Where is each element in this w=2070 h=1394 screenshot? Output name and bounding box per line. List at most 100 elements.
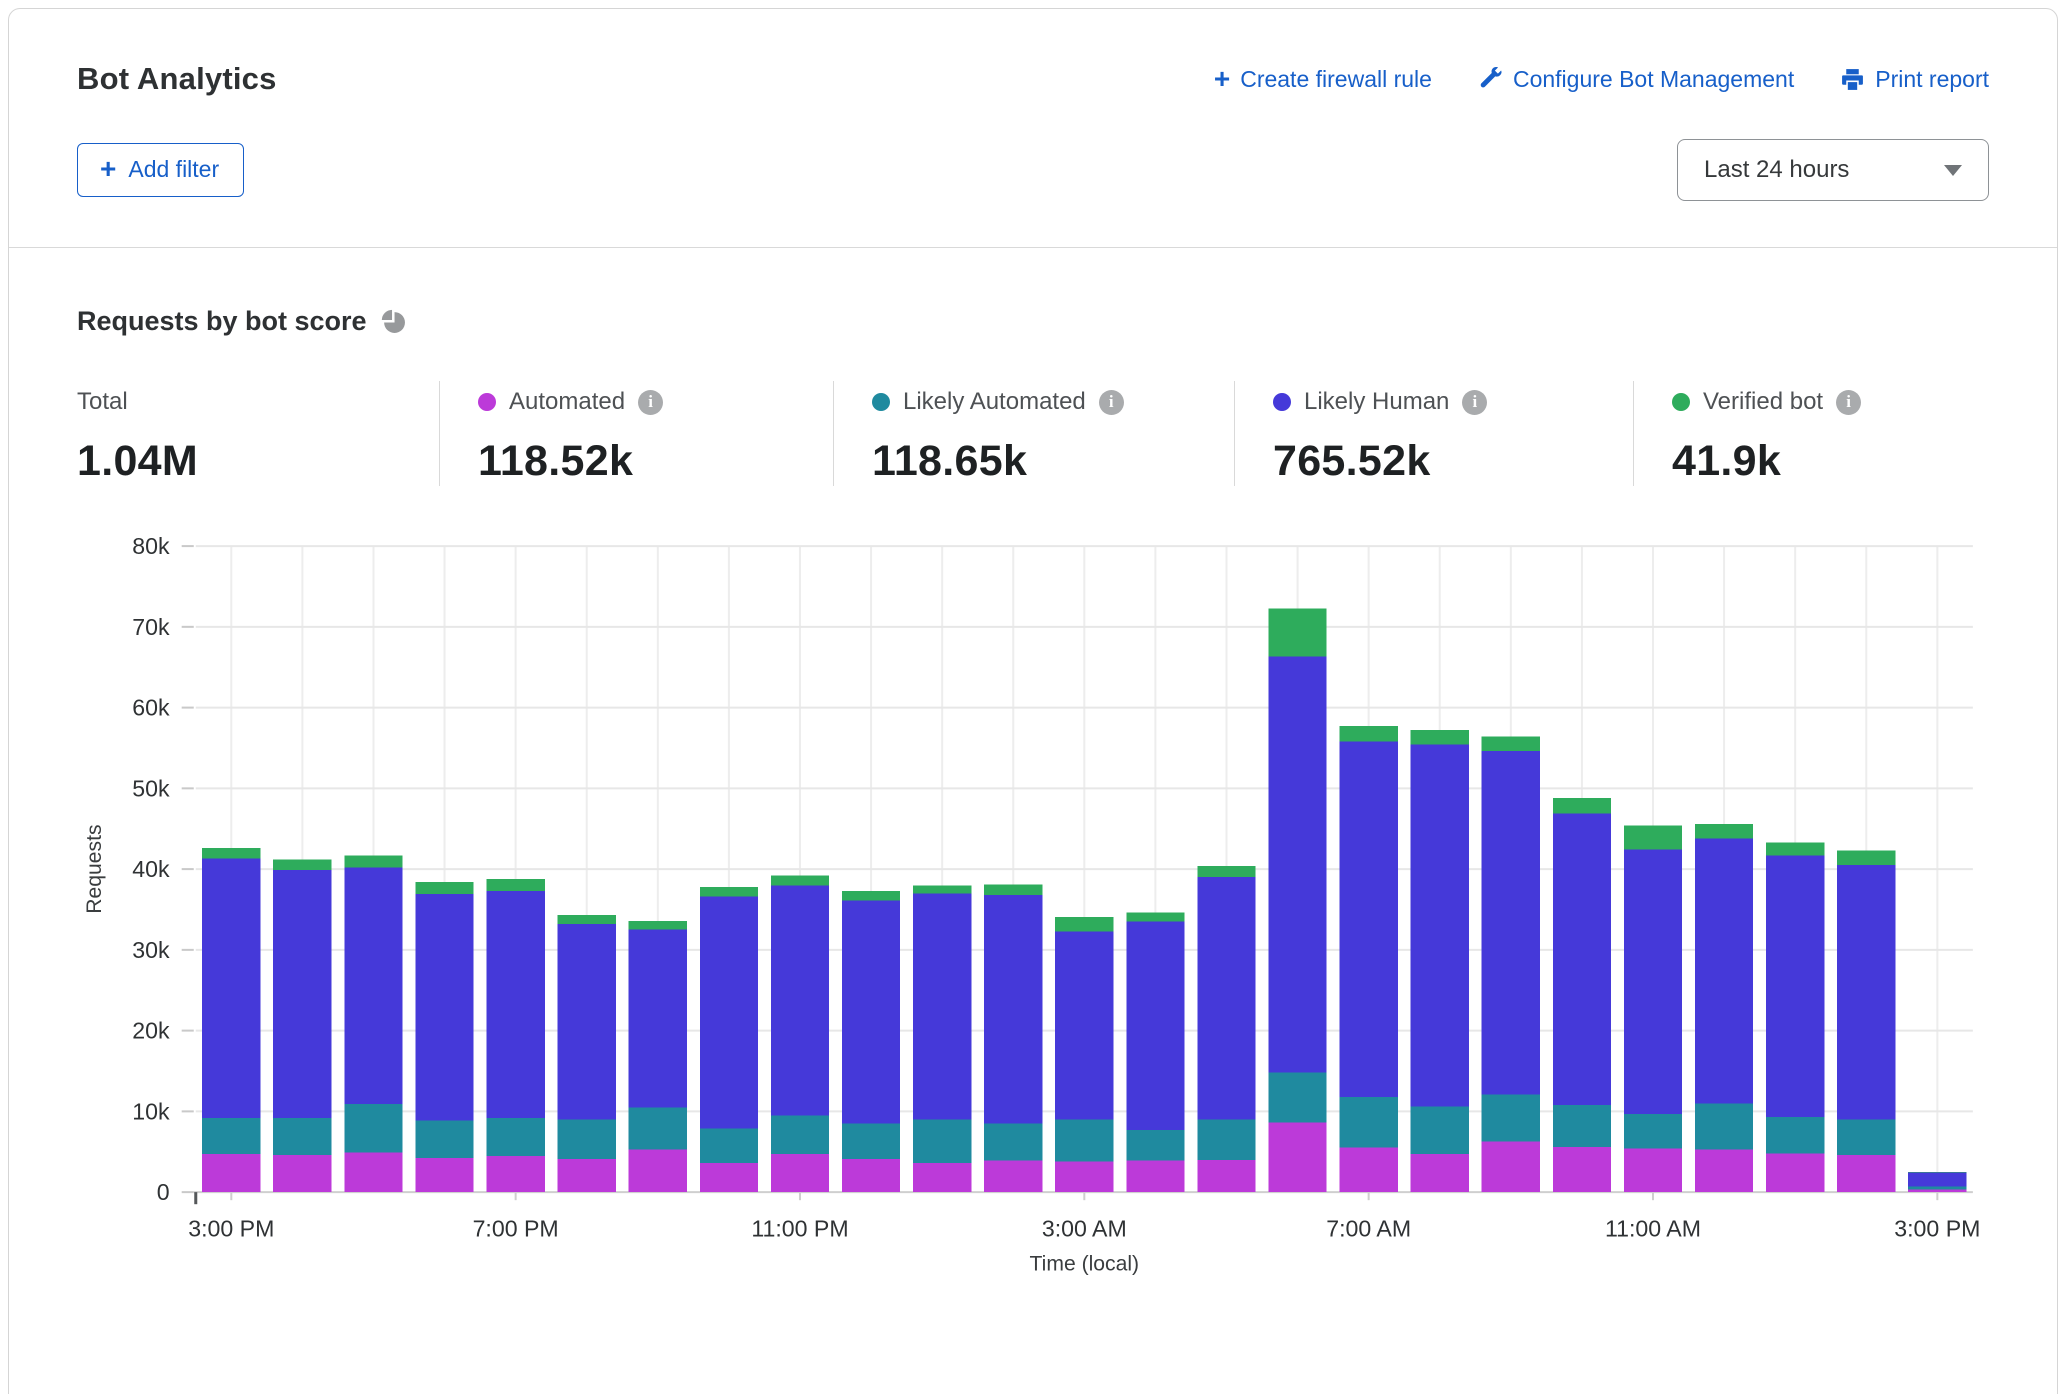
verified-bot-bar-segment[interactable] bbox=[1340, 726, 1398, 741]
likely-automated-bar-segment[interactable] bbox=[1624, 1114, 1682, 1149]
automated-bar-segment[interactable] bbox=[629, 1149, 687, 1192]
automated-bar-segment[interactable] bbox=[558, 1159, 616, 1192]
automated-bar-segment[interactable] bbox=[486, 1156, 544, 1192]
likely-automated-bar-segment[interactable] bbox=[771, 1115, 829, 1154]
automated-bar-segment[interactable] bbox=[1908, 1190, 1966, 1192]
verified-bot-bar-segment[interactable] bbox=[984, 884, 1042, 894]
likely-automated-bar-segment[interactable] bbox=[202, 1118, 260, 1154]
likely-human-bar-segment[interactable] bbox=[558, 924, 616, 1119]
likely-human-bar-segment[interactable] bbox=[842, 901, 900, 1124]
automated-bar-segment[interactable] bbox=[1197, 1160, 1255, 1192]
verified-bot-bar-segment[interactable] bbox=[1624, 826, 1682, 850]
likely-automated-bar-segment[interactable] bbox=[1695, 1103, 1753, 1149]
likely-automated-bar-segment[interactable] bbox=[486, 1118, 544, 1156]
verified-bot-bar-segment[interactable] bbox=[558, 915, 616, 924]
likely-human-bar-segment[interactable] bbox=[1055, 931, 1113, 1119]
verified-bot-bar-segment[interactable] bbox=[1411, 730, 1469, 745]
verified-bot-bar-segment[interactable] bbox=[1268, 608, 1326, 656]
verified-bot-bar-segment[interactable] bbox=[842, 891, 900, 901]
automated-bar-segment[interactable] bbox=[202, 1154, 260, 1192]
likely-human-bar-segment[interactable] bbox=[486, 891, 544, 1118]
likely-automated-bar-segment[interactable] bbox=[344, 1104, 402, 1152]
automated-bar-segment[interactable] bbox=[1055, 1161, 1113, 1192]
verified-bot-bar-segment[interactable] bbox=[771, 876, 829, 886]
likely-human-bar-segment[interactable] bbox=[1126, 922, 1184, 1130]
likely-human-bar-segment[interactable] bbox=[273, 870, 331, 1118]
likely-automated-bar-segment[interactable] bbox=[1268, 1073, 1326, 1123]
likely-automated-bar-segment[interactable] bbox=[1766, 1117, 1824, 1153]
likely-automated-bar-segment[interactable] bbox=[629, 1107, 687, 1149]
likely-automated-bar-segment[interactable] bbox=[1126, 1130, 1184, 1161]
automated-bar-segment[interactable] bbox=[415, 1158, 473, 1192]
automated-bar-segment[interactable] bbox=[1411, 1154, 1469, 1192]
create-firewall-rule-link[interactable]: + Create firewall rule bbox=[1214, 65, 1432, 93]
verified-bot-bar-segment[interactable] bbox=[415, 882, 473, 894]
likely-human-bar-segment[interactable] bbox=[1908, 1173, 1966, 1187]
automated-bar-segment[interactable] bbox=[1837, 1155, 1895, 1192]
likely-automated-bar-segment[interactable] bbox=[1553, 1105, 1611, 1147]
automated-bar-segment[interactable] bbox=[1340, 1148, 1398, 1192]
likely-human-bar-segment[interactable] bbox=[913, 893, 971, 1119]
likely-automated-bar-segment[interactable] bbox=[1908, 1186, 1966, 1189]
likely-automated-bar-segment[interactable] bbox=[1197, 1119, 1255, 1159]
info-icon[interactable]: i bbox=[1462, 390, 1487, 415]
verified-bot-bar-segment[interactable] bbox=[1837, 851, 1895, 866]
likely-human-bar-segment[interactable] bbox=[1624, 850, 1682, 1114]
verified-bot-bar-segment[interactable] bbox=[273, 859, 331, 869]
automated-bar-segment[interactable] bbox=[273, 1155, 331, 1192]
info-icon[interactable]: i bbox=[1099, 390, 1124, 415]
verified-bot-bar-segment[interactable] bbox=[1126, 913, 1184, 922]
likely-human-bar-segment[interactable] bbox=[1268, 657, 1326, 1073]
verified-bot-bar-segment[interactable] bbox=[344, 855, 402, 867]
verified-bot-bar-segment[interactable] bbox=[486, 879, 544, 891]
likely-human-bar-segment[interactable] bbox=[1837, 865, 1895, 1119]
automated-bar-segment[interactable] bbox=[1766, 1153, 1824, 1192]
configure-bot-management-link[interactable]: Configure Bot Management bbox=[1478, 66, 1794, 93]
likely-human-bar-segment[interactable] bbox=[1411, 745, 1469, 1107]
verified-bot-bar-segment[interactable] bbox=[1766, 842, 1824, 855]
verified-bot-bar-segment[interactable] bbox=[629, 921, 687, 930]
automated-bar-segment[interactable] bbox=[1482, 1141, 1540, 1192]
likely-automated-bar-segment[interactable] bbox=[1837, 1119, 1895, 1155]
add-filter-button[interactable]: + Add filter bbox=[77, 143, 244, 197]
likely-automated-bar-segment[interactable] bbox=[913, 1119, 971, 1163]
likely-human-bar-segment[interactable] bbox=[1197, 877, 1255, 1119]
time-range-dropdown[interactable]: Last 24 hours bbox=[1677, 139, 1989, 201]
automated-bar-segment[interactable] bbox=[1126, 1161, 1184, 1192]
info-icon[interactable]: i bbox=[1836, 390, 1861, 415]
automated-bar-segment[interactable] bbox=[771, 1154, 829, 1192]
verified-bot-bar-segment[interactable] bbox=[1908, 1172, 1966, 1173]
verified-bot-bar-segment[interactable] bbox=[1197, 866, 1255, 877]
likely-human-bar-segment[interactable] bbox=[415, 894, 473, 1120]
likely-human-bar-segment[interactable] bbox=[1695, 838, 1753, 1103]
likely-automated-bar-segment[interactable] bbox=[700, 1128, 758, 1163]
print-report-link[interactable]: Print report bbox=[1840, 66, 1989, 93]
likely-automated-bar-segment[interactable] bbox=[1340, 1097, 1398, 1148]
verified-bot-bar-segment[interactable] bbox=[1553, 798, 1611, 813]
likely-automated-bar-segment[interactable] bbox=[273, 1118, 331, 1155]
likely-automated-bar-segment[interactable] bbox=[984, 1123, 1042, 1160]
likely-human-bar-segment[interactable] bbox=[1340, 742, 1398, 1097]
likely-human-bar-segment[interactable] bbox=[1482, 751, 1540, 1094]
likely-human-bar-segment[interactable] bbox=[1766, 855, 1824, 1117]
likely-automated-bar-segment[interactable] bbox=[415, 1120, 473, 1158]
info-icon[interactable]: i bbox=[638, 390, 663, 415]
automated-bar-segment[interactable] bbox=[1268, 1123, 1326, 1192]
likely-human-bar-segment[interactable] bbox=[344, 867, 402, 1104]
automated-bar-segment[interactable] bbox=[1553, 1147, 1611, 1192]
likely-human-bar-segment[interactable] bbox=[629, 930, 687, 1108]
verified-bot-bar-segment[interactable] bbox=[1695, 824, 1753, 839]
automated-bar-segment[interactable] bbox=[913, 1163, 971, 1192]
likely-automated-bar-segment[interactable] bbox=[1055, 1119, 1113, 1161]
verified-bot-bar-segment[interactable] bbox=[1055, 917, 1113, 932]
likely-automated-bar-segment[interactable] bbox=[1482, 1094, 1540, 1141]
likely-automated-bar-segment[interactable] bbox=[558, 1119, 616, 1159]
automated-bar-segment[interactable] bbox=[700, 1163, 758, 1192]
likely-human-bar-segment[interactable] bbox=[1553, 813, 1611, 1105]
verified-bot-bar-segment[interactable] bbox=[1482, 737, 1540, 752]
automated-bar-segment[interactable] bbox=[984, 1161, 1042, 1192]
likely-human-bar-segment[interactable] bbox=[700, 897, 758, 1129]
likely-automated-bar-segment[interactable] bbox=[1411, 1107, 1469, 1155]
automated-bar-segment[interactable] bbox=[1695, 1149, 1753, 1192]
likely-human-bar-segment[interactable] bbox=[202, 859, 260, 1118]
